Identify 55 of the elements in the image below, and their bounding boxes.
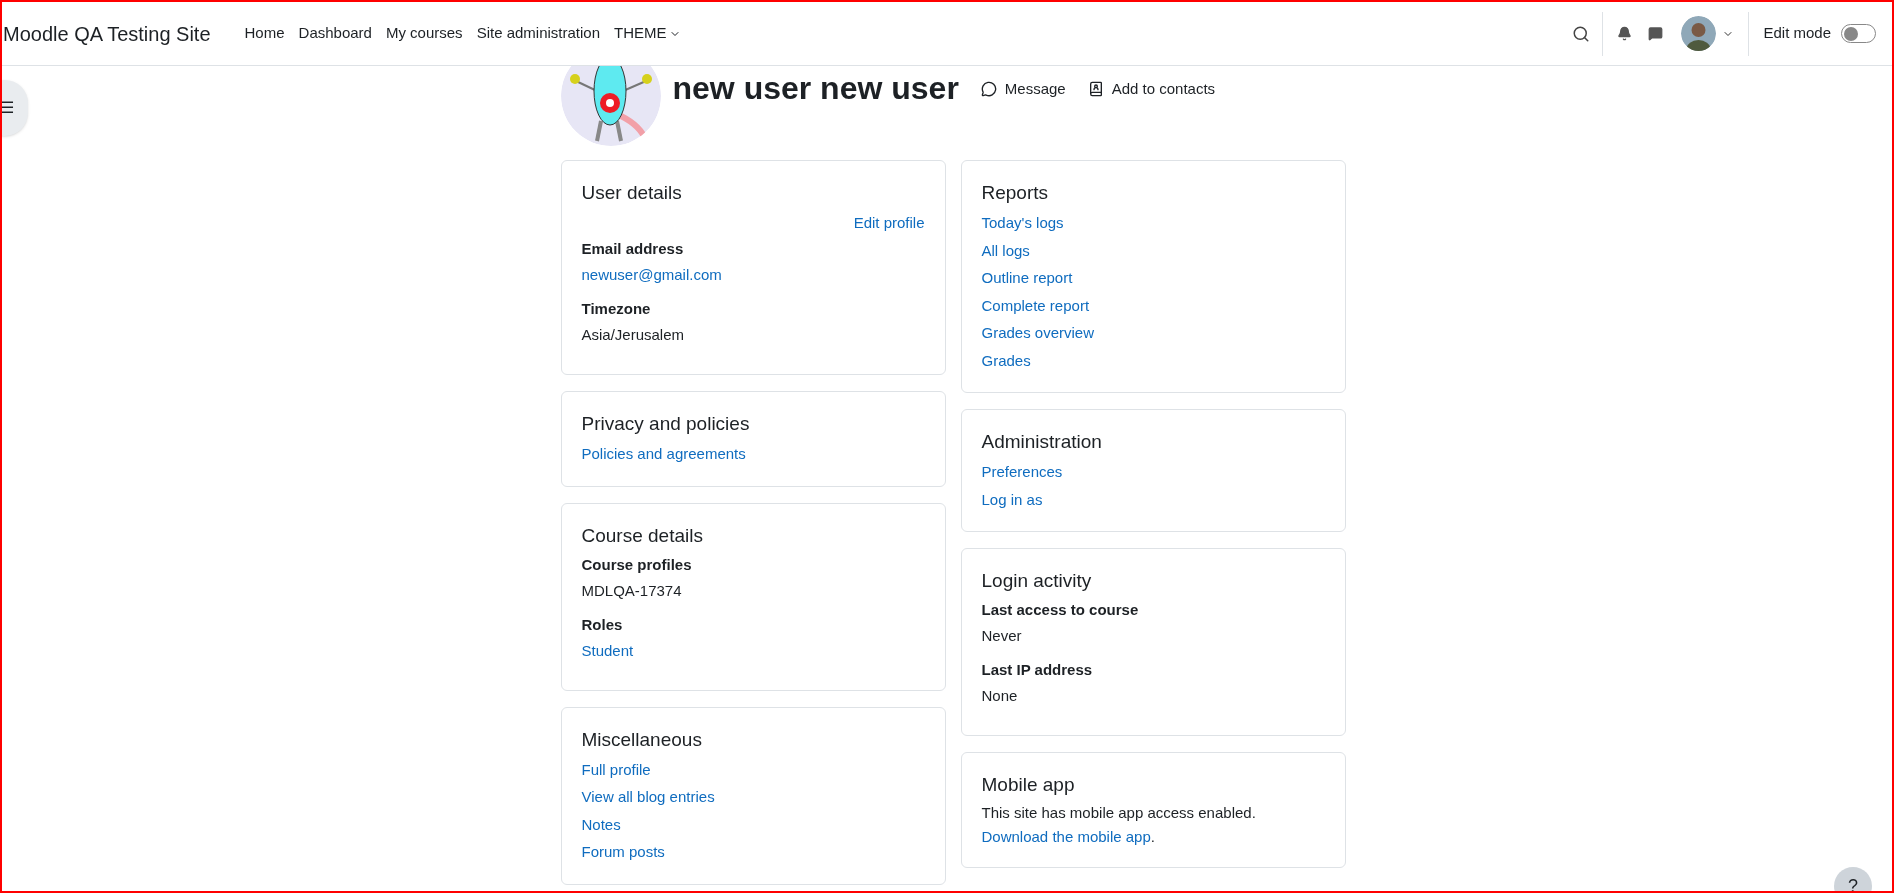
card-link[interactable]: Grades	[981, 351, 1031, 369]
card-title: Privacy and policies	[581, 412, 751, 436]
field-value: None	[981, 687, 1018, 704]
message-link[interactable]: Message	[980, 78, 1066, 101]
user-name-heading: new user new user	[672, 72, 959, 104]
card-link[interactable]: Download the mobile app	[981, 828, 1151, 845]
card-title: Mobile app	[981, 773, 1076, 797]
card-link[interactable]: Today's logs	[981, 214, 1064, 231]
edit-mode-toggle[interactable]	[1841, 24, 1876, 43]
card-link[interactable]: Full profile	[581, 760, 651, 778]
site-name[interactable]: Moodle QA Testing Site	[3, 18, 211, 49]
nav-link[interactable]: Site administration	[476, 22, 601, 45]
punctuation: .	[1150, 828, 1155, 845]
field-value-link[interactable]: Student	[581, 641, 634, 659]
edit-profile-link[interactable]: Edit profile	[853, 209, 925, 236]
card-link[interactable]: Complete report	[981, 296, 1090, 314]
card-text: This site has mobile app access enabled.	[981, 804, 1256, 821]
field-value-link[interactable]: newuser@gmail.com	[581, 266, 722, 283]
field-value: MDLQA-17374	[581, 581, 682, 599]
card-title: Reports	[981, 181, 1050, 205]
field-label: Last access to course	[981, 601, 1139, 618]
card-title: Administration	[981, 430, 1103, 454]
card-link[interactable]: View all blog entries	[581, 788, 715, 805]
nav-link[interactable]: Home	[244, 22, 285, 45]
sidebar-toggle[interactable]: ☰	[2, 80, 28, 136]
field-label: Email address	[581, 240, 684, 257]
card-title: Course details	[581, 523, 704, 548]
field-label: Roles	[581, 615, 623, 633]
edit-mode-label: Edit mode	[1763, 23, 1831, 44]
field-label: Course profiles	[581, 555, 692, 573]
card-link[interactable]: Forum posts	[581, 843, 665, 860]
add-contact-link[interactable]: Add to contacts	[1087, 78, 1216, 101]
speech-bubble-icon	[980, 81, 997, 98]
nav-link[interactable]: Dashboard	[298, 22, 372, 45]
card-link[interactable]: Notes	[581, 815, 621, 833]
chat-icon[interactable]	[1648, 26, 1664, 41]
card-link[interactable]: All logs	[981, 241, 1030, 259]
field-value: Never	[981, 627, 1022, 644]
card-link[interactable]: Preferences	[981, 463, 1063, 480]
card-link[interactable]: Policies and agreements	[581, 445, 746, 462]
field-label: Last IP address	[981, 661, 1093, 678]
user-avatar[interactable]	[1681, 16, 1717, 51]
field-value: Asia/Jerusalem	[581, 326, 685, 343]
card-title: Login activity	[981, 569, 1093, 593]
nav-link[interactable]: My courses	[385, 22, 463, 45]
card-link[interactable]: Outline report	[981, 269, 1073, 286]
field-label: Timezone	[581, 300, 651, 317]
card-title: User details	[581, 181, 683, 205]
nav-dropdown[interactable]: THEME	[614, 22, 681, 45]
card-title: Miscellaneous	[581, 727, 703, 752]
bell-icon[interactable]	[1617, 26, 1633, 41]
search-icon[interactable]	[1572, 24, 1591, 43]
contact-card-icon	[1087, 81, 1104, 98]
card-link[interactable]: Log in as	[981, 490, 1043, 508]
card-link[interactable]: Grades overview	[981, 324, 1095, 341]
